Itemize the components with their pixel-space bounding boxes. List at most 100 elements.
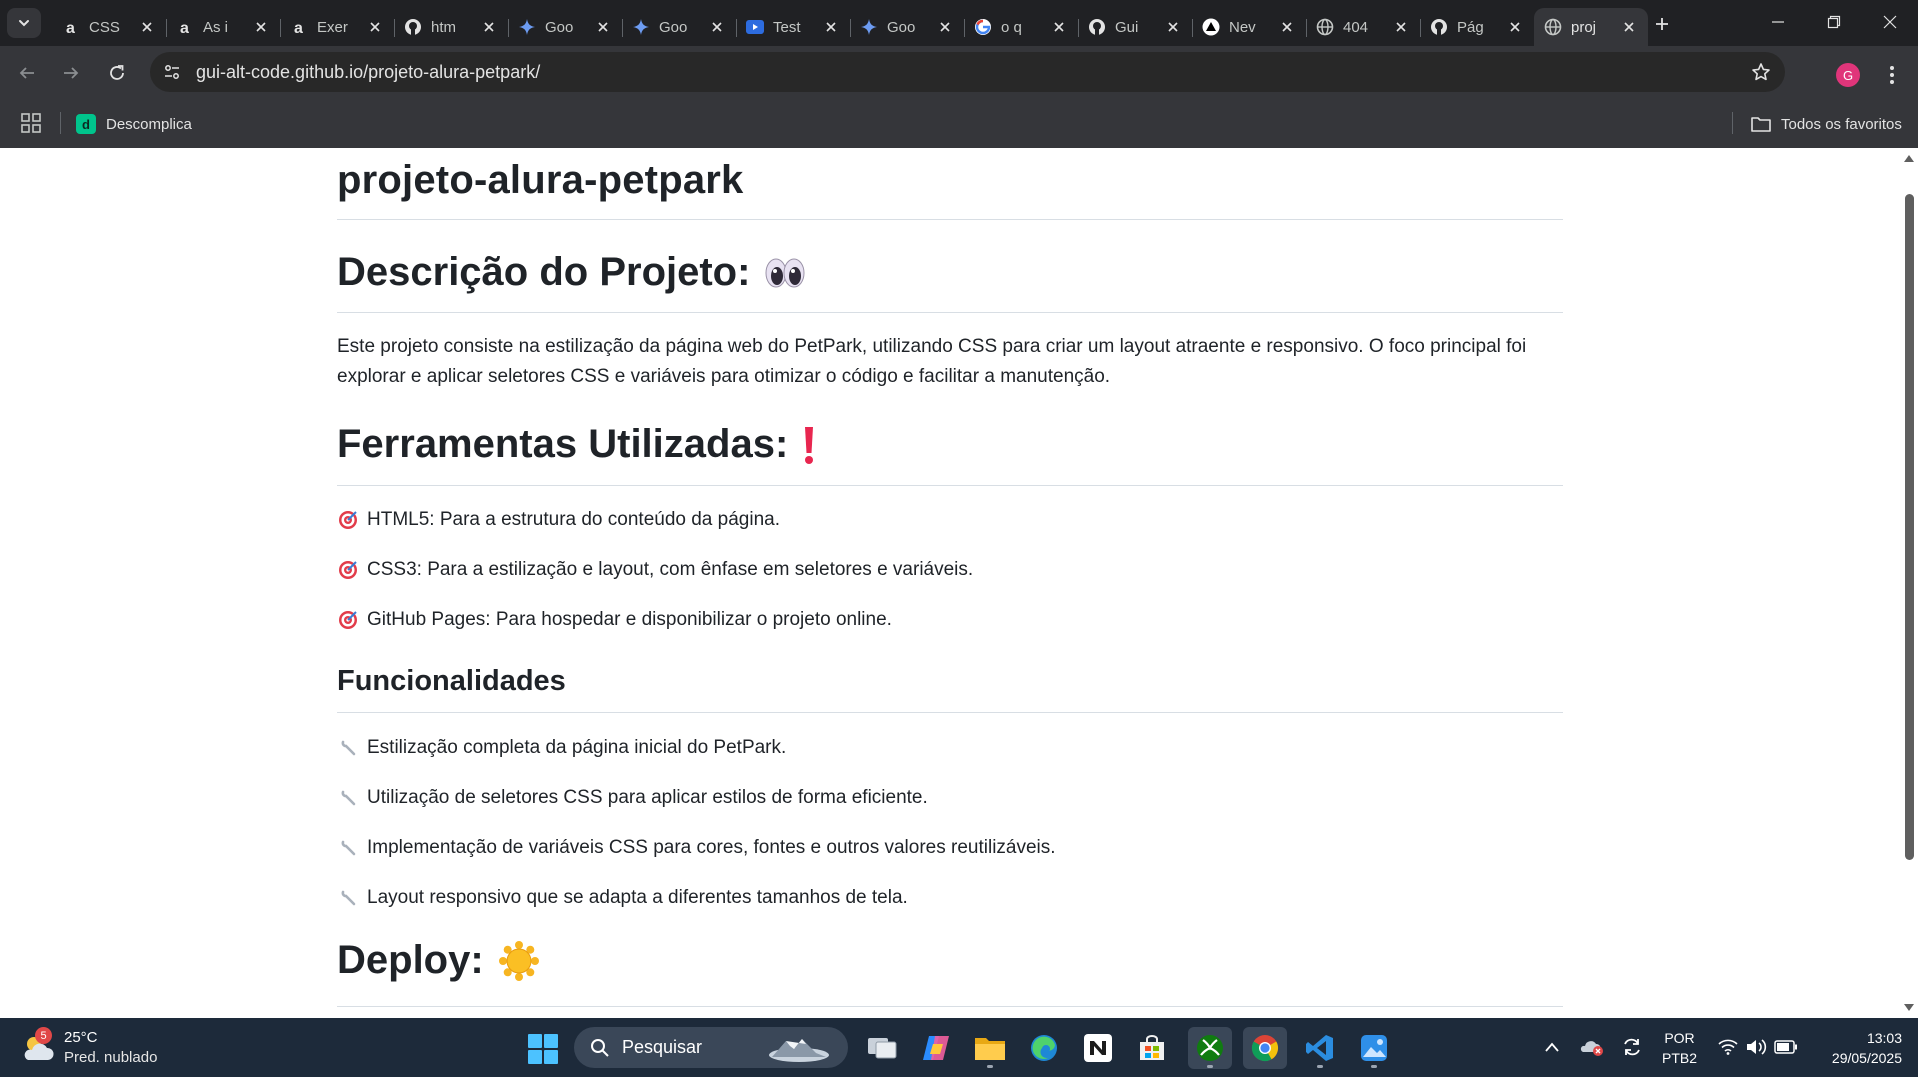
tab-0[interactable]: a CSS bbox=[52, 8, 166, 46]
close-icon[interactable] bbox=[366, 18, 384, 36]
list-item: Implementação de variáveis CSS para core… bbox=[337, 837, 1056, 859]
taskbar-vscode[interactable] bbox=[1298, 1027, 1342, 1069]
taskbar-xbox[interactable] bbox=[1188, 1027, 1232, 1069]
tab-5[interactable]: Goo bbox=[622, 8, 736, 46]
globe-icon bbox=[1544, 18, 1562, 36]
alura-icon: a bbox=[176, 18, 194, 36]
tab-title: 404 bbox=[1343, 18, 1369, 36]
profile-avatar[interactable]: G bbox=[1836, 63, 1860, 87]
lang-line2: PTB2 bbox=[1662, 1050, 1698, 1066]
weather-widget[interactable]: 5 25°C Pred. nublado bbox=[20, 1026, 180, 1070]
taskbar-search[interactable]: Pesquisar bbox=[574, 1027, 848, 1068]
close-icon[interactable] bbox=[1620, 18, 1638, 36]
address-bar[interactable]: gui-alt-code.github.io/projeto-alura-pet… bbox=[150, 52, 1785, 92]
eyes-emoji-icon bbox=[764, 256, 806, 290]
close-icon[interactable] bbox=[252, 18, 270, 36]
tab-10[interactable]: Nev bbox=[1192, 8, 1306, 46]
bookmark-star-icon[interactable] bbox=[1749, 60, 1773, 84]
tab-title: As i bbox=[203, 18, 229, 36]
scrollbar-thumb[interactable] bbox=[1905, 194, 1914, 860]
task-view-icon bbox=[868, 1038, 897, 1059]
apps-grid-icon[interactable] bbox=[21, 113, 41, 133]
xbox-icon bbox=[1197, 1035, 1223, 1061]
system-clock[interactable]: 13:03 29/05/2025 bbox=[1808, 1028, 1902, 1068]
tab-7[interactable]: Goo bbox=[850, 8, 964, 46]
forward-button[interactable] bbox=[56, 58, 86, 88]
site-info-icon[interactable] bbox=[160, 60, 184, 84]
volume-icon[interactable] bbox=[1744, 1035, 1768, 1059]
close-icon[interactable] bbox=[1050, 18, 1068, 36]
scroll-up-arrow-icon[interactable] bbox=[1903, 152, 1915, 164]
tab-title: Nev bbox=[1229, 18, 1256, 36]
section-heading-deploy: Deploy: bbox=[337, 938, 540, 983]
close-icon[interactable] bbox=[1164, 18, 1182, 36]
close-icon[interactable] bbox=[138, 18, 156, 36]
edge-icon bbox=[1031, 1035, 1057, 1061]
tab-title: Goo bbox=[887, 18, 916, 36]
wrench-emoji-icon bbox=[337, 887, 359, 909]
scroll-down-arrow-icon[interactable] bbox=[1903, 1002, 1915, 1014]
tab-title: Test bbox=[773, 18, 801, 36]
close-window-button[interactable] bbox=[1862, 0, 1918, 44]
reload-button[interactable] bbox=[102, 58, 132, 88]
tab-title: Goo bbox=[659, 18, 688, 36]
onedrive-error-icon[interactable] bbox=[1580, 1035, 1604, 1059]
descomplica-icon: d bbox=[76, 114, 96, 134]
close-icon[interactable] bbox=[822, 18, 840, 36]
taskbar-edge[interactable] bbox=[1022, 1027, 1066, 1069]
close-icon[interactable] bbox=[936, 18, 954, 36]
tab-search-button[interactable] bbox=[7, 8, 41, 38]
taskbar-chrome[interactable] bbox=[1243, 1027, 1287, 1069]
close-icon[interactable] bbox=[480, 18, 498, 36]
close-icon[interactable] bbox=[708, 18, 726, 36]
sync-icon[interactable] bbox=[1620, 1035, 1644, 1059]
tab-6[interactable]: Test bbox=[736, 8, 850, 46]
tab-2[interactable]: a Exer bbox=[280, 8, 394, 46]
taskbar-app-n[interactable] bbox=[1076, 1027, 1120, 1069]
alura-icon: a bbox=[290, 18, 308, 36]
input-language-indicator[interactable]: POR PTB2 bbox=[1662, 1028, 1697, 1068]
tab-1[interactable]: a As i bbox=[166, 8, 280, 46]
tab-13-active[interactable]: proj bbox=[1534, 8, 1648, 46]
restore-button[interactable] bbox=[1806, 0, 1862, 44]
taskbar-copilot[interactable] bbox=[914, 1027, 958, 1069]
alura-icon: a bbox=[62, 18, 80, 36]
battery-icon[interactable] bbox=[1774, 1035, 1798, 1059]
close-icon[interactable] bbox=[594, 18, 612, 36]
list-item-text: CSS3: Para a estilização e layout, com ê… bbox=[367, 559, 974, 580]
close-icon[interactable] bbox=[1278, 18, 1296, 36]
url-text[interactable]: gui-alt-code.github.io/projeto-alura-pet… bbox=[196, 62, 540, 83]
heading-divider bbox=[337, 1006, 1563, 1007]
list-item: CSS3: Para a estilização e layout, com ê… bbox=[337, 559, 973, 581]
close-icon[interactable] bbox=[1506, 18, 1524, 36]
bookmark-label: Descomplica bbox=[106, 115, 192, 133]
menu-kebab-icon[interactable] bbox=[1880, 62, 1904, 88]
list-item-text: GitHub Pages: Para hospedar e disponibil… bbox=[367, 609, 892, 630]
page-scrollbar[interactable] bbox=[1900, 148, 1918, 1018]
back-button[interactable] bbox=[12, 58, 42, 88]
minimize-button[interactable] bbox=[1750, 0, 1806, 44]
new-tab-button[interactable] bbox=[1648, 12, 1676, 36]
lang-line1: POR bbox=[1664, 1030, 1695, 1046]
tray-overflow-chevron-icon[interactable] bbox=[1540, 1035, 1564, 1059]
tab-11[interactable]: 404 bbox=[1306, 8, 1420, 46]
taskbar-file-explorer[interactable] bbox=[968, 1027, 1012, 1069]
tab-4[interactable]: Goo bbox=[508, 8, 622, 46]
tab-title: proj bbox=[1571, 18, 1597, 36]
windows-start-icon[interactable] bbox=[527, 1033, 559, 1065]
close-icon[interactable] bbox=[1392, 18, 1410, 36]
tab-8[interactable]: o q bbox=[964, 8, 1078, 46]
taskbar-task-view[interactable] bbox=[860, 1027, 904, 1069]
tab-12[interactable]: Pág bbox=[1420, 8, 1534, 46]
taskbar-photos[interactable] bbox=[1352, 1027, 1396, 1069]
tab-3[interactable]: htm bbox=[394, 8, 508, 46]
clock-time: 13:03 bbox=[1866, 1030, 1902, 1046]
bookmark-descomplica[interactable]: d Descomplica bbox=[76, 112, 192, 136]
wifi-icon[interactable] bbox=[1716, 1035, 1740, 1059]
list-item-text: HTML5: Para a estrutura do conteúdo da p… bbox=[367, 509, 780, 530]
list-item: Estilização completa da página inicial d… bbox=[337, 737, 786, 759]
mountains-search-highlight-icon bbox=[769, 1039, 829, 1062]
tab-9[interactable]: Gui bbox=[1078, 8, 1192, 46]
taskbar-microsoft-store[interactable] bbox=[1130, 1027, 1174, 1069]
all-bookmarks-button[interactable]: Todos os favoritos bbox=[1751, 112, 1902, 136]
